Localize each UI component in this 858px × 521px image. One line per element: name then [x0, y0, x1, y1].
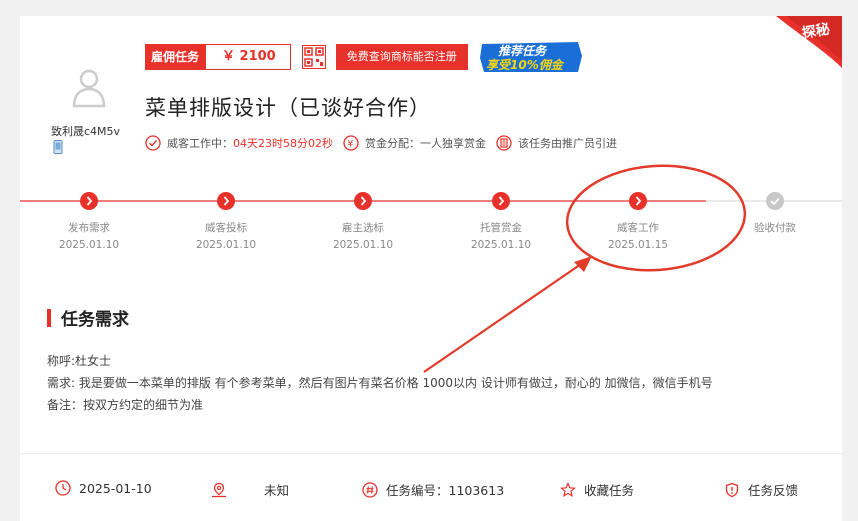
- need-line: 需求: 我是要做一本菜单的排版 有个参考菜单，然后有图片有菜名价格 1000以内…: [47, 376, 713, 390]
- step-label: 威客投标: [205, 222, 247, 234]
- step-date: 2025.01.10: [470, 239, 532, 251]
- step-publish: 发布需求 2025.01.10: [39, 192, 139, 251]
- location-text: 未知: [264, 483, 290, 498]
- requirements-body: 称呼:杜女士 需求: 我是要做一本菜单的排版 有个参考菜单，然后有图片有菜名价格…: [47, 350, 713, 416]
- username[interactable]: 致利晟c4M5v: [51, 123, 120, 139]
- step-acceptance: 验收付款: [725, 192, 825, 239]
- step-label: 威客工作: [617, 222, 659, 234]
- task-title: 菜单排版设计（已谈好合作）: [145, 96, 431, 120]
- progress-steps: 发布需求 2025.01.10 威客投标 2025.01.10 雇主选标 202…: [20, 192, 842, 262]
- step-selection: 雇主选标 2025.01.10: [313, 192, 413, 251]
- publish-date: 2025-01-10: [55, 480, 152, 496]
- check-circle-icon: [145, 135, 161, 151]
- task-badge-row: 雇佣任务 ￥ 2100 免费查询商标能否注册 推荐任务 享受10%佣金: [145, 42, 586, 72]
- qr-code-icon[interactable]: [301, 45, 326, 69]
- progress-line: [20, 200, 842, 202]
- task-type-badge: 雇佣任务: [145, 44, 206, 70]
- task-meta-row: 威客工作中： 04天23时58分02秒 ¥ 赏金分配：一人独享赏金 该任务由推广…: [145, 135, 627, 151]
- hash-icon: [362, 481, 378, 498]
- step-arrow-icon: [492, 192, 510, 210]
- task-card: 探秘 致利晟c4M5v 雇佣任务 ￥ 2100 免费查询商标能否注册 推荐任务 …: [20, 16, 842, 521]
- location-pin-icon: [212, 482, 226, 497]
- contact-line: 称呼:杜女士: [47, 354, 112, 368]
- user-avatar-icon[interactable]: [68, 66, 110, 110]
- reward-distribution-label: 赏金分配：一人独享赏金: [365, 137, 486, 150]
- requirements-heading: 任务需求: [47, 305, 129, 330]
- step-label: 雇主选标: [342, 222, 384, 234]
- work-status: 威客工作中： 04天23时58分02秒: [145, 135, 333, 151]
- task-footer: 2025-01-10 未知 任务编号：1103613 收藏任务 任务反馈: [20, 453, 842, 521]
- step-bidding: 威客投标 2025.01.10: [176, 192, 276, 251]
- favorite-task-label: 收藏任务: [584, 483, 635, 498]
- task-number: 任务编号：1103613: [362, 480, 504, 499]
- reward-distribution: ¥ 赏金分配：一人独享赏金: [343, 135, 486, 151]
- countdown-timer: 04天23时58分02秒: [233, 137, 333, 150]
- favorite-task-button[interactable]: 收藏任务: [560, 480, 634, 499]
- shield-alert-icon: [725, 482, 739, 497]
- svg-text:¥: ¥: [348, 140, 354, 150]
- note-line: 备注：按双方约定的细节为准: [47, 398, 204, 412]
- step-arrow-icon: [80, 192, 98, 210]
- step-arrow-icon: [217, 192, 235, 210]
- requirements-heading-text: 任务需求: [61, 310, 129, 330]
- step-label: 验收付款: [754, 222, 796, 234]
- step-arrow-icon: [629, 192, 647, 210]
- task-price: ￥ 2100: [205, 44, 291, 70]
- promo-line2: 享受10%佣金: [486, 58, 565, 72]
- referral-info: 该任务由推广员引进: [496, 135, 617, 151]
- recommend-task-promo-banner[interactable]: 推荐任务 享受10%佣金: [478, 40, 586, 74]
- task-number-text: 任务编号：1103613: [386, 483, 505, 498]
- page-gutter: [0, 0, 20, 521]
- trademark-check-button[interactable]: 免费查询商标能否注册: [335, 44, 468, 70]
- task-feedback-label: 任务反馈: [748, 483, 799, 498]
- step-date: 2025.01.10: [58, 239, 120, 251]
- work-status-label: 威客工作中：: [167, 137, 233, 150]
- step-label: 发布需求: [68, 222, 110, 234]
- clock-icon: [55, 480, 71, 496]
- step-escrow: 托管赏金 2025.01.10: [451, 192, 551, 251]
- step-date: 2025.01.10: [195, 239, 257, 251]
- promo-line1: 推荐任务: [498, 44, 548, 58]
- phone-verified-icon: [53, 140, 63, 154]
- step-date: 2025.01.15: [607, 239, 669, 251]
- publish-date-text: 2025-01-10: [79, 480, 152, 496]
- referral-icon: [496, 135, 512, 151]
- step-arrow-icon: [354, 192, 372, 210]
- step-working: 威客工作 2025.01.15: [588, 192, 688, 251]
- task-feedback-button[interactable]: 任务反馈: [724, 480, 798, 499]
- step-label: 托管赏金: [480, 222, 522, 234]
- referral-label: 该任务由推广员引进: [518, 137, 617, 150]
- heading-accent-bar: [47, 308, 51, 327]
- yen-circle-icon: ¥: [343, 135, 359, 151]
- explore-corner-ribbon[interactable]: 探秘: [756, 16, 842, 76]
- location: 未知: [210, 480, 289, 499]
- star-icon: [560, 481, 576, 497]
- step-date: 2025.01.10: [332, 239, 394, 251]
- step-check-icon: [766, 192, 784, 210]
